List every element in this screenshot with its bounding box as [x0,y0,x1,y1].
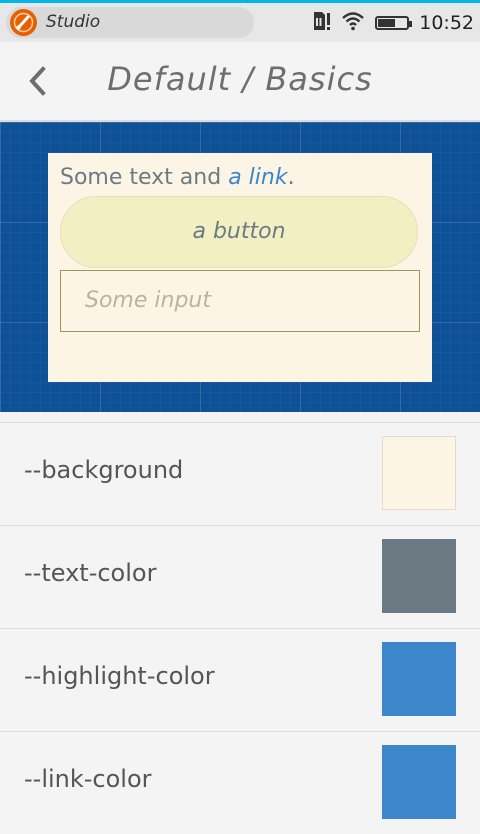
preview-button[interactable]: a button [60,196,418,268]
variable-name: --background [24,456,184,484]
color-swatch[interactable] [382,745,456,819]
app-logo-icon [10,9,37,36]
preview-input[interactable]: Some input [60,270,420,332]
variable-row[interactable]: --link-color [0,731,480,834]
battery-icon [375,16,413,30]
variable-row[interactable]: --background [0,422,480,525]
header: Default / Basics [0,42,480,122]
color-swatch[interactable] [382,436,456,510]
preview-text: Some text and [60,165,229,190]
status-indicators: 10:52 [313,9,474,37]
status-bar: Studio 10:52 [0,3,480,42]
variable-name: --link-color [24,765,152,793]
preview-card: Some text and a link. a button Some inpu… [48,153,432,382]
variable-row[interactable]: --text-color [0,525,480,628]
variable-name: --text-color [24,559,157,587]
page-title: Default / Basics [107,60,373,98]
app-name: Studio [46,12,101,32]
preview-paragraph: Some text and a link. [60,165,295,190]
color-swatch[interactable] [382,642,456,716]
color-swatch[interactable] [382,539,456,613]
sim-alert-icon [313,10,331,36]
variable-list: --background --text-color --highlight-co… [0,422,480,834]
battery-level [378,19,395,27]
app-switcher-pill[interactable]: Studio [6,7,254,38]
theme-preview: Some text and a link. a button Some inpu… [0,122,480,412]
variable-name: --highlight-color [24,662,215,690]
clock: 10:52 [419,12,474,34]
wifi-icon [341,11,365,35]
variable-row[interactable]: --highlight-color [0,628,480,731]
preview-link[interactable]: a link [228,165,287,190]
preview-text-end: . [287,165,295,190]
